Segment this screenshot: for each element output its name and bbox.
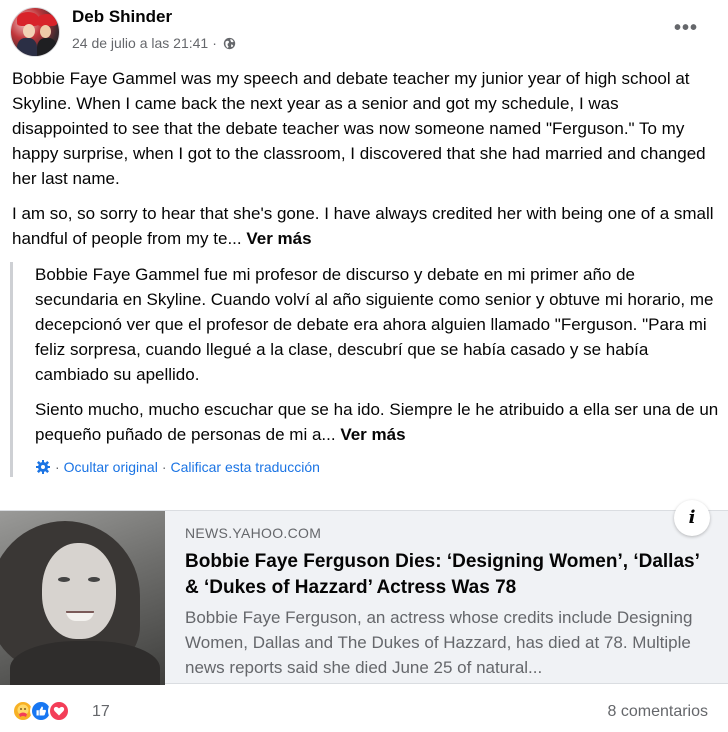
reaction-icons[interactable] bbox=[12, 700, 70, 722]
translation-paragraph-1: Bobbie Faye Gammel fue mi profesor de di… bbox=[35, 265, 714, 384]
love-icon bbox=[48, 700, 70, 722]
post-timestamp[interactable]: 24 de julio a las 21:41 bbox=[72, 35, 208, 51]
post-meta: 24 de julio a las 21:41 · bbox=[72, 35, 236, 51]
link-description: Bobbie Faye Ferguson, an actress whose c… bbox=[185, 608, 693, 677]
post-paragraph-1: Bobbie Faye Gammel was my speech and deb… bbox=[12, 69, 706, 188]
post-text: Bobbie Faye Gammel was my speech and deb… bbox=[12, 66, 718, 261]
hide-original-link[interactable]: Ocultar original bbox=[64, 459, 158, 475]
article-thumbnail[interactable] bbox=[0, 511, 165, 685]
post-footer: 17 8 comentarios bbox=[0, 690, 728, 732]
link-separator-1: · bbox=[55, 459, 60, 475]
rate-translation-link[interactable]: Calificar esta traducción bbox=[171, 459, 320, 475]
link-card-text: NEWS.YAHOO.COM Bobbie Faye Ferguson Dies… bbox=[185, 525, 705, 680]
gear-icon[interactable] bbox=[35, 459, 51, 475]
translation-links: · Ocultar original · Calificar esta trad… bbox=[35, 457, 722, 477]
author-avatar[interactable] bbox=[10, 7, 60, 57]
post-header: Deb Shinder 24 de julio a las 21:41 · ••… bbox=[0, 0, 728, 64]
info-button[interactable]: i bbox=[674, 500, 710, 536]
translation-paragraph-2: Siento mucho, mucho escuchar que se ha i… bbox=[35, 400, 719, 444]
globe-icon[interactable] bbox=[223, 37, 236, 50]
meta-separator: · bbox=[212, 35, 217, 51]
link-domain: NEWS.YAHOO.COM bbox=[185, 525, 322, 541]
see-more-link[interactable]: Ver más bbox=[246, 229, 311, 248]
author-name[interactable]: Deb Shinder bbox=[72, 7, 172, 27]
link-preview-card[interactable]: NEWS.YAHOO.COM Bobbie Faye Ferguson Dies… bbox=[0, 510, 728, 685]
translation-see-more-link[interactable]: Ver más bbox=[340, 425, 405, 444]
translation-block: Bobbie Faye Gammel fue mi profesor de di… bbox=[10, 262, 722, 477]
comments-count[interactable]: 8 comentarios bbox=[608, 703, 709, 721]
post-paragraph-2: I am so, so sorry to hear that she's gon… bbox=[12, 204, 714, 248]
reaction-count[interactable]: 17 bbox=[92, 703, 110, 721]
link-separator-2: · bbox=[161, 459, 167, 475]
link-title[interactable]: Bobbie Faye Ferguson Dies: ‘Designing Wo… bbox=[185, 549, 705, 601]
more-options-button[interactable]: ••• bbox=[670, 14, 702, 42]
